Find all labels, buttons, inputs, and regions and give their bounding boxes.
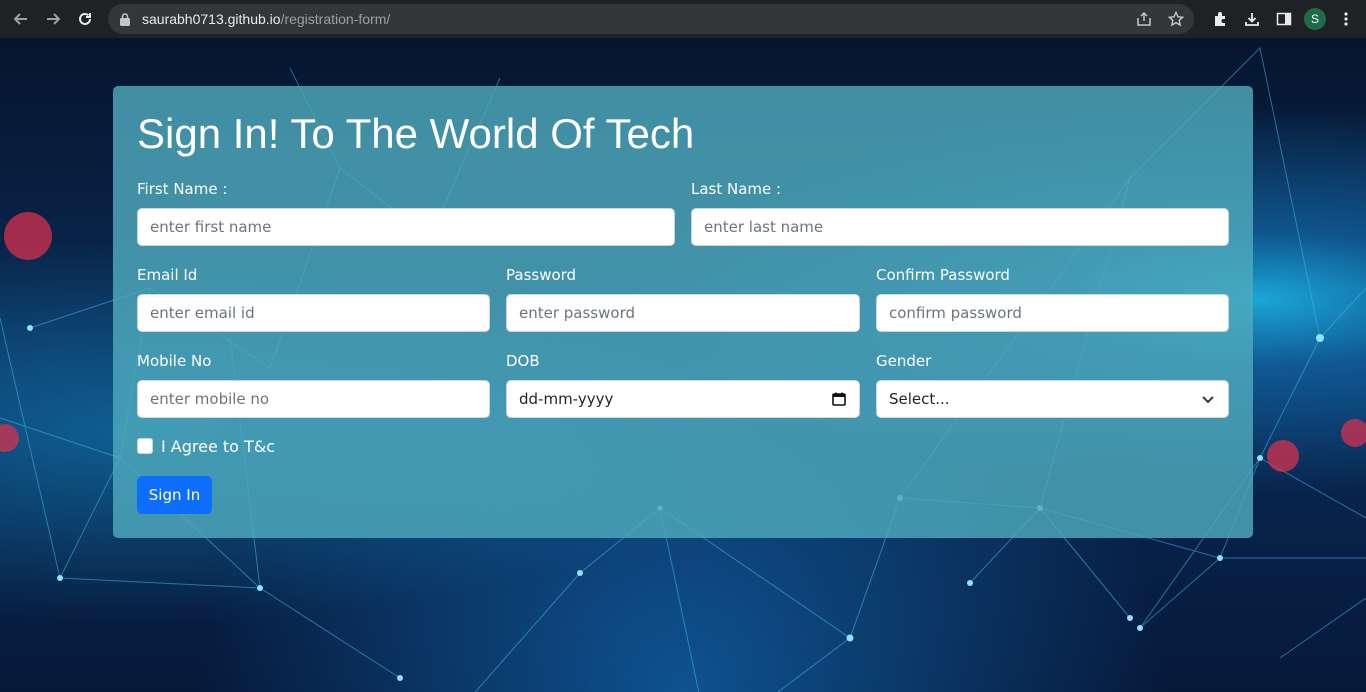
gender-label: Gender <box>876 352 932 370</box>
dob-label: DOB <box>506 352 540 370</box>
confirm-password-field[interactable] <box>876 294 1229 332</box>
more-menu-icon[interactable] <box>1334 7 1358 31</box>
lock-icon <box>120 12 132 26</box>
email-input[interactable] <box>150 295 489 331</box>
side-panel-icon[interactable] <box>1272 7 1296 31</box>
registration-form-card: Sign In! To The World Of Tech First Name… <box>113 86 1253 538</box>
email-label: Email Id <box>137 266 198 284</box>
url-text: saurabh0713.github.io/registration-form/ <box>142 11 390 27</box>
forward-icon[interactable] <box>37 3 69 35</box>
last-name-field[interactable] <box>691 208 1229 246</box>
url-host: saurabh0713.github.io <box>142 11 281 27</box>
first-name-input[interactable] <box>150 209 674 245</box>
last-name-label: Last Name : <box>691 180 782 198</box>
address-bar[interactable]: saurabh0713.github.io/registration-form/ <box>108 4 1194 34</box>
password-label: Password <box>506 266 577 284</box>
password-input[interactable] <box>519 295 859 331</box>
confirm-password-input[interactable] <box>889 295 1228 331</box>
profile-avatar[interactable]: S <box>1304 8 1326 30</box>
chevron-down-icon <box>1200 391 1216 407</box>
first-name-label: First Name : <box>137 180 228 198</box>
mobile-label: Mobile No <box>137 352 212 370</box>
mobile-field[interactable] <box>137 380 490 418</box>
bookmark-star-icon[interactable] <box>1166 9 1186 29</box>
password-field[interactable] <box>506 294 860 332</box>
form-title: Sign In! To The World Of Tech <box>137 110 695 157</box>
extensions-icon[interactable] <box>1208 7 1232 31</box>
dob-field[interactable]: dd-mm-yyyy <box>506 380 860 418</box>
gender-selected-value: Select... <box>889 390 950 408</box>
sign-in-button[interactable]: Sign In <box>137 476 212 514</box>
download-icon[interactable] <box>1240 7 1264 31</box>
share-icon[interactable] <box>1134 9 1154 29</box>
email-field[interactable] <box>137 294 490 332</box>
agree-checkbox[interactable] <box>137 438 153 454</box>
dob-value: dd-mm-yyyy <box>519 390 614 408</box>
browser-toolbar: saurabh0713.github.io/registration-form/… <box>0 0 1366 38</box>
calendar-icon[interactable] <box>831 391 847 407</box>
mobile-input[interactable] <box>150 381 489 417</box>
confirm-password-label: Confirm Password <box>876 266 1010 284</box>
back-icon[interactable] <box>5 3 37 35</box>
url-path: /registration-form/ <box>280 11 391 27</box>
last-name-input[interactable] <box>704 209 1228 245</box>
first-name-field[interactable] <box>137 208 675 246</box>
reload-icon[interactable] <box>69 3 101 35</box>
gender-select[interactable]: Select... <box>876 380 1229 418</box>
agree-label: I Agree to T&c <box>161 437 276 456</box>
